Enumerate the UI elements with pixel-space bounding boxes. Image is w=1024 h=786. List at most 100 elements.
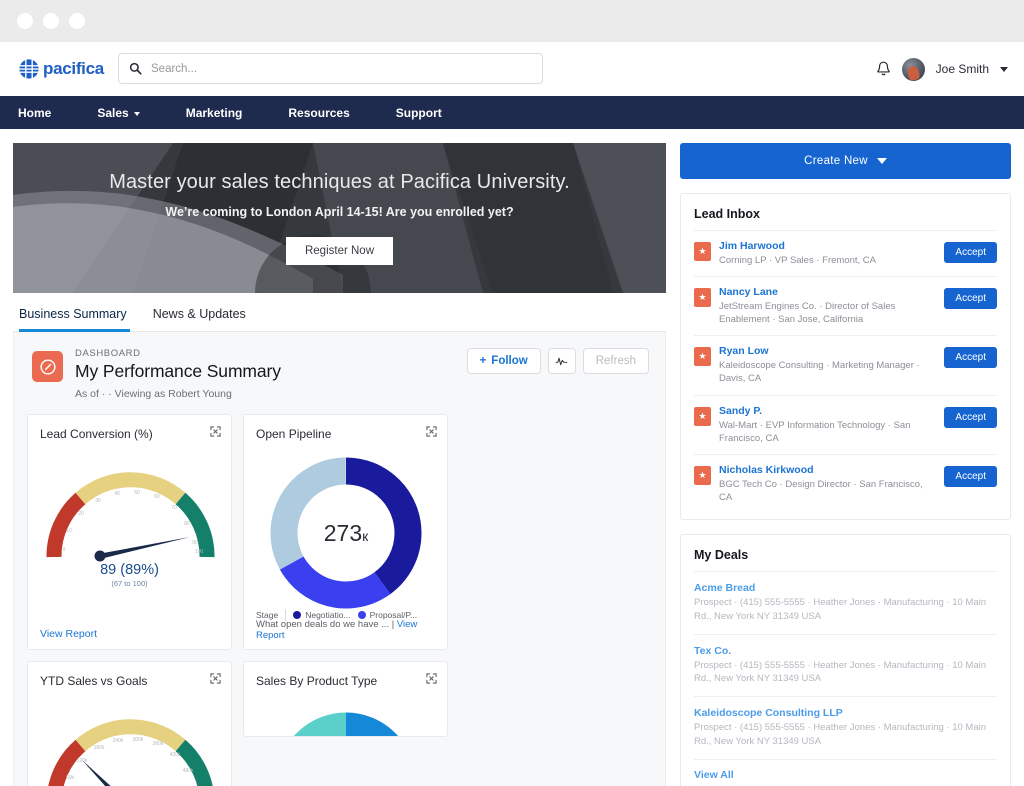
expand-icon[interactable] bbox=[426, 673, 437, 684]
card-title: Sales By Product Type bbox=[256, 674, 435, 688]
create-new-button[interactable]: Create New bbox=[680, 143, 1011, 179]
list-item[interactable]: ★ Ryan Low Kaleidoscope Consulting · Mar… bbox=[694, 335, 997, 394]
svg-text:0: 0 bbox=[63, 547, 66, 553]
deal-name[interactable]: Acme Bread bbox=[694, 582, 997, 594]
brand-logo[interactable]: pacifica bbox=[18, 58, 104, 80]
lead-name[interactable]: Jim Harwood bbox=[719, 240, 936, 252]
lead-body: Nicholas Kirkwood BGC Tech Co · Design D… bbox=[719, 464, 936, 504]
list-item[interactable]: ★ Nicholas Kirkwood BGC Tech Co · Design… bbox=[694, 454, 997, 513]
window-close-dot[interactable] bbox=[17, 13, 33, 29]
nav-item-sales[interactable]: Sales bbox=[97, 106, 139, 120]
tab-news-updates[interactable]: News & Updates bbox=[153, 307, 246, 331]
tab-label: News & Updates bbox=[153, 307, 246, 321]
window-controls bbox=[17, 13, 85, 29]
window-chrome bbox=[0, 0, 1024, 42]
banner-subhead: We’re coming to London April 14-15! Are … bbox=[165, 205, 513, 219]
left-column: Master your sales techniques at Pacifica… bbox=[13, 143, 666, 786]
card-sales-by-product-type: Sales By Product Type bbox=[243, 661, 448, 737]
dashboard-kicker: DASHBOARD bbox=[75, 348, 281, 359]
dashboard-subtitle: As of · · Viewing as Robert Young bbox=[75, 388, 281, 400]
search-input[interactable]: Search... bbox=[118, 53, 543, 84]
expand-icon[interactable] bbox=[210, 673, 221, 684]
nav-item-marketing[interactable]: Marketing bbox=[186, 106, 243, 120]
lead-description: Wal-Mart · EVP Information Technology · … bbox=[719, 419, 936, 445]
view-report-link[interactable]: View Report bbox=[40, 628, 97, 640]
window-maximize-dot[interactable] bbox=[69, 13, 85, 29]
gauge-range: (67 to 100) bbox=[40, 579, 219, 588]
globe-icon bbox=[18, 58, 40, 80]
chevron-down-icon bbox=[877, 158, 887, 164]
footer-separator: | bbox=[392, 619, 394, 630]
bell-icon[interactable] bbox=[876, 61, 891, 78]
lead-inbox-panel: Lead Inbox ★ Jim Harwood Corning LP · VP… bbox=[680, 193, 1011, 520]
banner-headline: Master your sales techniques at Pacifica… bbox=[109, 171, 570, 194]
svg-text:70: 70 bbox=[171, 505, 177, 511]
accept-button[interactable]: Accept bbox=[944, 347, 997, 368]
user-name: Joe Smith bbox=[936, 62, 989, 76]
lead-star-icon: ★ bbox=[694, 242, 711, 261]
lead-star-icon: ★ bbox=[694, 407, 711, 426]
svg-text:360k: 360k bbox=[153, 741, 164, 747]
page-title: My Performance Summary bbox=[75, 361, 281, 382]
view-all-link[interactable]: View All bbox=[694, 759, 997, 784]
deal-name[interactable]: Tex Co. bbox=[694, 645, 997, 657]
list-item[interactable]: ★ Jim Harwood Corning LP · VP Sales · Fr… bbox=[694, 230, 997, 276]
nav-item-support[interactable]: Support bbox=[396, 106, 442, 120]
content-area: Master your sales techniques at Pacifica… bbox=[0, 129, 1024, 786]
svg-text:180k: 180k bbox=[94, 745, 105, 751]
svg-text:420k: 420k bbox=[170, 752, 181, 758]
list-item[interactable]: Acme Bread Prospect · (415) 555-5555 · H… bbox=[694, 571, 997, 634]
expand-icon[interactable] bbox=[210, 426, 221, 437]
nav-label: Home bbox=[18, 106, 51, 120]
lead-inbox-title: Lead Inbox bbox=[694, 207, 997, 221]
legend-swatch bbox=[293, 611, 301, 619]
lead-description: Corning LP · VP Sales · Fremont, CA bbox=[719, 254, 936, 267]
chevron-down-icon[interactable] bbox=[1000, 67, 1008, 72]
accept-button[interactable]: Accept bbox=[944, 407, 997, 428]
card-title: YTD Sales vs Goals bbox=[40, 674, 219, 688]
list-item[interactable]: Kaleidoscope Consulting LLP Prospect · (… bbox=[694, 696, 997, 759]
nav-item-home[interactable]: Home bbox=[18, 106, 51, 120]
window-minimize-dot[interactable] bbox=[43, 13, 59, 29]
search-icon bbox=[129, 62, 142, 75]
promo-banner: Master your sales techniques at Pacifica… bbox=[13, 143, 666, 293]
accept-button[interactable]: Accept bbox=[944, 288, 997, 309]
svg-text:90: 90 bbox=[192, 540, 198, 546]
refresh-button[interactable]: Refresh bbox=[583, 348, 649, 374]
register-now-button[interactable]: Register Now bbox=[286, 237, 393, 265]
gauge-lead-conversion: 01020 304050 607080 90100 bbox=[40, 453, 221, 563]
lead-name[interactable]: Sandy P. bbox=[719, 405, 936, 417]
deal-name[interactable]: Kaleidoscope Consulting LLP bbox=[694, 707, 997, 719]
accept-button[interactable]: Accept bbox=[944, 466, 997, 487]
follow-button[interactable]: + Follow bbox=[467, 348, 541, 374]
svg-text:120k: 120k bbox=[77, 758, 88, 764]
list-item[interactable]: Tex Co. Prospect · (415) 555-5555 · Heat… bbox=[694, 634, 997, 697]
activity-icon bbox=[555, 356, 568, 367]
activity-icon-button[interactable] bbox=[548, 348, 576, 374]
my-deals-title: My Deals bbox=[694, 548, 997, 562]
svg-text:40: 40 bbox=[114, 491, 120, 497]
nav-label: Marketing bbox=[186, 106, 243, 120]
nav-item-resources[interactable]: Resources bbox=[288, 106, 349, 120]
avatar[interactable] bbox=[902, 58, 925, 81]
tab-business-summary[interactable]: Business Summary bbox=[19, 307, 127, 331]
expand-icon[interactable] bbox=[426, 426, 437, 437]
svg-text:240k: 240k bbox=[113, 738, 124, 744]
donut-sales-by-product-type bbox=[256, 696, 437, 737]
lead-name[interactable]: Nicholas Kirkwood bbox=[719, 464, 936, 476]
top-bar-right: Joe Smith bbox=[876, 42, 1008, 96]
svg-text:300k: 300k bbox=[133, 737, 144, 743]
tab-label: Business Summary bbox=[19, 307, 127, 321]
lead-star-icon: ★ bbox=[694, 347, 711, 366]
svg-text:60k: 60k bbox=[66, 775, 75, 781]
lead-name[interactable]: Nancy Lane bbox=[719, 286, 936, 298]
list-item[interactable]: ★ Sandy P. Wal-Mart · EVP Information Te… bbox=[694, 395, 997, 454]
lead-name[interactable]: Ryan Low bbox=[719, 345, 936, 357]
accept-button[interactable]: Accept bbox=[944, 242, 997, 263]
dashboard-actions: + Follow Refresh bbox=[467, 348, 649, 374]
svg-text:60: 60 bbox=[154, 494, 160, 500]
gauge-value: 89 (89%) bbox=[40, 562, 219, 578]
legend-swatch bbox=[358, 611, 366, 619]
donut-open-pipeline: 273к bbox=[256, 447, 437, 619]
list-item[interactable]: ★ Nancy Lane JetStream Engines Co. · Dir… bbox=[694, 276, 997, 335]
